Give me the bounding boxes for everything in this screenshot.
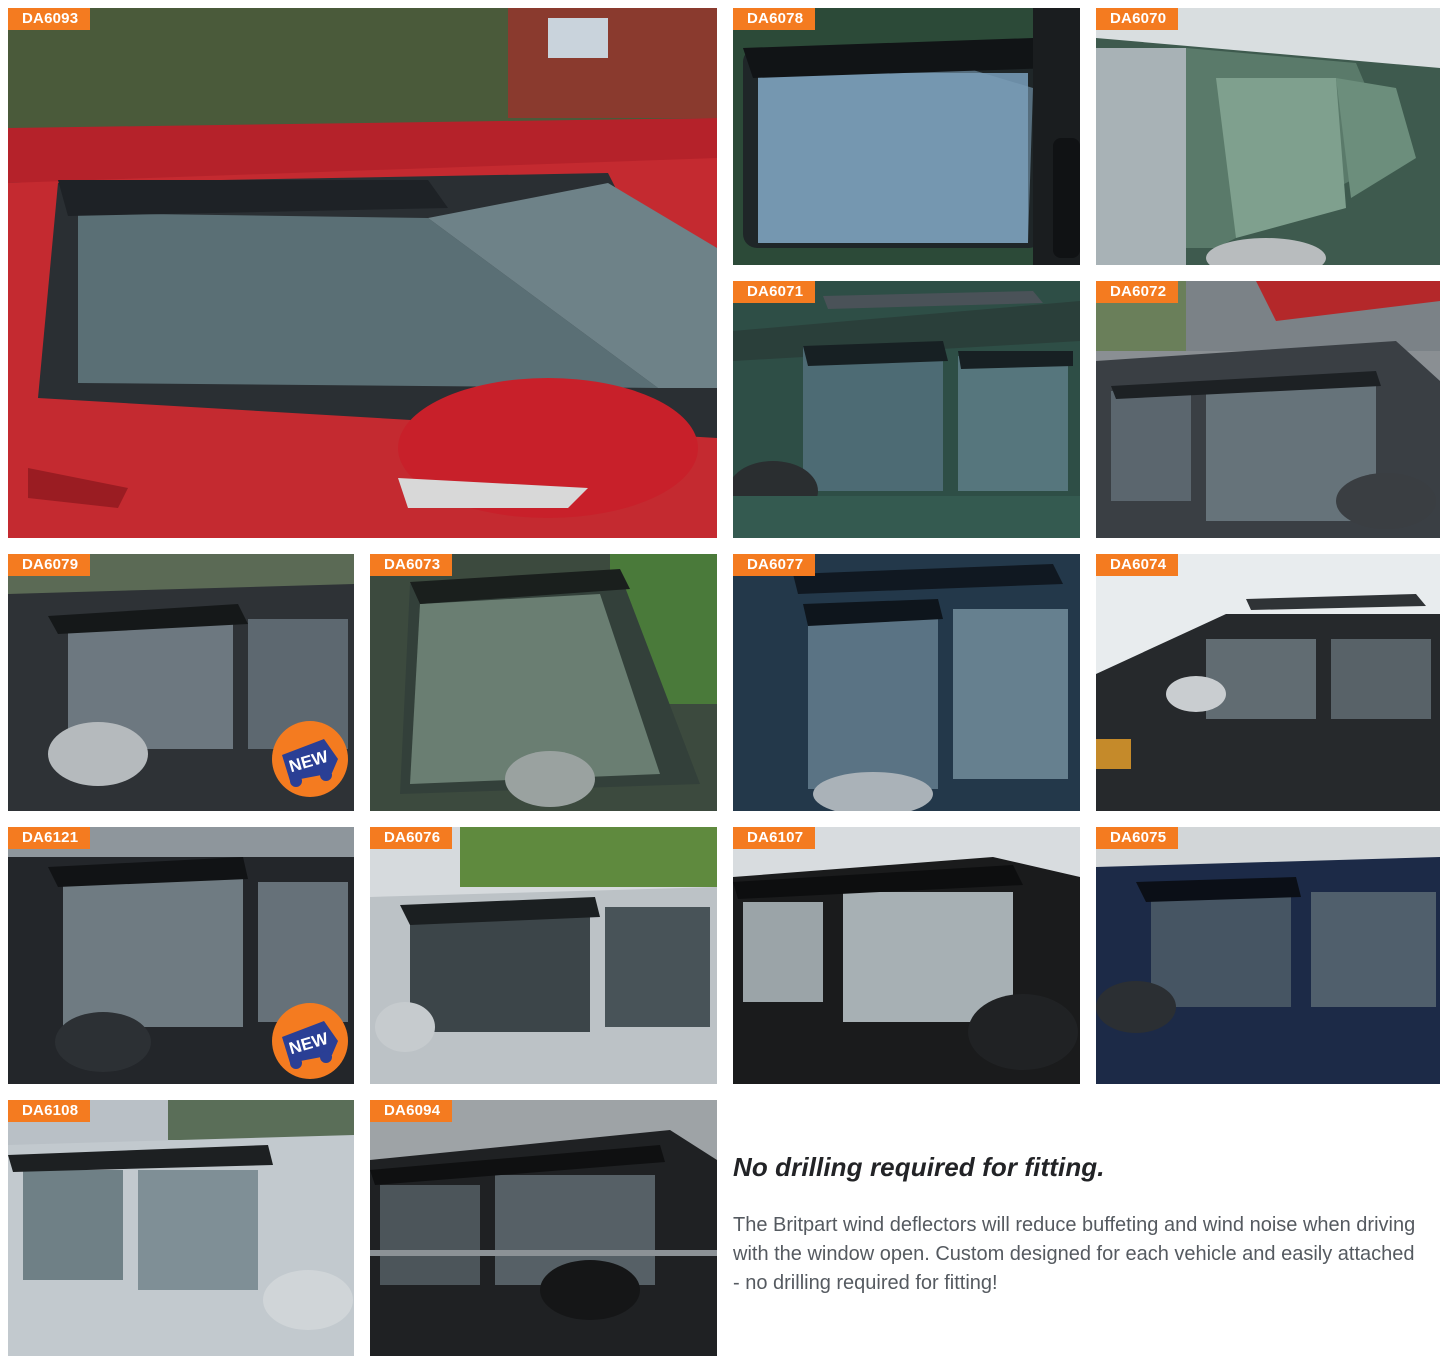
product-code-label: DA6079 (8, 554, 91, 576)
product-photo-da6074[interactable]: DA6074 (1096, 554, 1440, 811)
new-badge: NEW (272, 1003, 348, 1079)
car-photo-blue-side (733, 554, 1080, 811)
product-code-label: DA6075 (1096, 827, 1179, 849)
product-photo-da6094[interactable]: DA6094 (370, 1100, 717, 1356)
product-code-label: DA6073 (370, 554, 453, 576)
product-code-label: DA6094 (370, 1100, 453, 1122)
product-photo-da6076[interactable]: DA6076 (370, 827, 717, 1084)
car-photo-black-side (1096, 554, 1440, 811)
car-photo-grey-side (1096, 281, 1440, 538)
car-photo-navy-side (1096, 827, 1440, 1084)
car-photo-green-door-2 (370, 554, 717, 811)
car-photo-green-roof (1096, 8, 1440, 265)
product-photo-da6108[interactable]: DA6108 (8, 1100, 354, 1356)
new-van-icon: NEW (282, 739, 338, 787)
product-photo-da6093[interactable]: DA6093 (8, 8, 717, 538)
car-photo-black-side-3 (370, 1100, 717, 1356)
new-badge: NEW (272, 721, 348, 797)
info-body: The Britpart wind deflectors will reduce… (733, 1214, 1416, 1294)
product-photo-da6107[interactable]: DA6107 (733, 827, 1080, 1084)
product-code-label: DA6070 (1096, 8, 1179, 30)
car-photo-green-door (733, 8, 1080, 265)
product-code-label: DA6108 (8, 1100, 91, 1122)
product-photo-da6121[interactable]: DA6121 NEW (8, 827, 354, 1084)
product-photo-da6075[interactable]: DA6075 (1096, 827, 1440, 1084)
info-heading: No drilling required for fitting. (733, 1152, 1105, 1182)
product-photo-da6073[interactable]: DA6073 (370, 554, 717, 811)
product-code-label: DA6072 (1096, 281, 1179, 303)
car-photo-red-hatchback (8, 8, 717, 538)
product-code-label: DA6078 (733, 8, 816, 30)
car-photo-silver-interior (8, 1100, 354, 1356)
car-photo-black-interior (733, 827, 1080, 1084)
product-code-label: DA6077 (733, 554, 816, 576)
product-photo-da6070[interactable]: DA6070 (1096, 8, 1440, 265)
product-photo-da6071[interactable]: DA6071 (733, 281, 1080, 538)
product-code-label: DA6121 (8, 827, 91, 849)
info-panel: No drilling required for fitting. The Br… (733, 1152, 1423, 1298)
car-photo-silver-side (370, 827, 717, 1084)
product-photo-da6078[interactable]: DA6078 (733, 8, 1080, 265)
product-code-label: DA6107 (733, 827, 816, 849)
product-photo-da6079[interactable]: DA6079 NEW (8, 554, 354, 811)
car-photo-green-side (733, 281, 1080, 538)
product-photo-da6072[interactable]: DA6072 (1096, 281, 1440, 538)
product-photo-da6077[interactable]: DA6077 (733, 554, 1080, 811)
product-code-label: DA6093 (8, 8, 91, 30)
product-code-label: DA6076 (370, 827, 453, 849)
product-code-label: DA6071 (733, 281, 816, 303)
product-code-label: DA6074 (1096, 554, 1179, 576)
new-van-icon: NEW (282, 1021, 338, 1069)
